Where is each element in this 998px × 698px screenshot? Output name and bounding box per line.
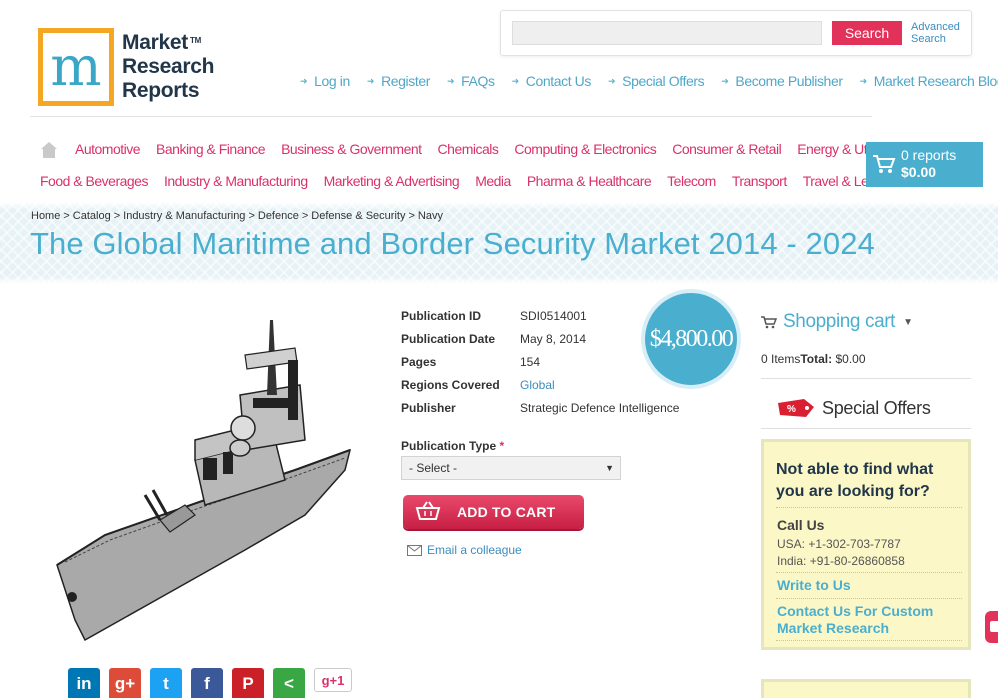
arrow-icon: ➜ [859, 75, 868, 86]
page: m Market Research Reports TM Search Adva… [0, 0, 998, 698]
breadcrumb-defence[interactable]: Defence [258, 210, 299, 222]
feedback-tab[interactable] [985, 611, 998, 643]
category-transport[interactable]: Transport [732, 173, 787, 189]
blog-link[interactable]: ➜ Market Research Blog [860, 73, 998, 89]
phone-usa: USA: +1-302-703-7787 [777, 537, 901, 551]
chevron-down-icon: ▼ [903, 316, 913, 328]
price-badge: $4,800.00 [641, 289, 741, 389]
write-to-us-link[interactable]: Write to Us [777, 577, 963, 594]
home-icon[interactable] [40, 141, 58, 159]
category-nav-row-2: Food & Beverages Industry & Manufacturin… [40, 173, 912, 189]
category-consumer-retail[interactable]: Consumer & Retail [672, 141, 782, 159]
breadcrumb-industry[interactable]: Industry & Manufacturing [123, 210, 245, 222]
become-publisher-link[interactable]: ➜ Become Publisher [721, 73, 843, 89]
twitter-icon[interactable]: t [150, 668, 182, 698]
add-to-cart-button[interactable]: ADD TO CART [403, 495, 584, 529]
category-marketing-advertising[interactable]: Marketing & Advertising [324, 173, 460, 189]
arrow-icon: ➜ [300, 75, 308, 86]
googleplusone-icon[interactable]: g+1 [314, 668, 352, 692]
email-colleague-link[interactable]: Email a colleague [407, 543, 522, 557]
secondary-box [761, 679, 971, 698]
phone-india: India: +91-80-26860858 [777, 554, 905, 568]
svg-text:%: % [787, 404, 796, 415]
category-chemicals[interactable]: Chemicals [438, 141, 499, 159]
arrow-icon: ➜ [511, 75, 520, 86]
basket-icon [415, 501, 441, 520]
category-computing-electronics[interactable]: Computing & Electronics [514, 141, 656, 159]
arrow-icon: ➜ [607, 75, 616, 86]
publication-type-select[interactable]: - Select - ▼ [401, 456, 621, 480]
top-nav: ➜ Log in ➜ Register ➜ FAQs ➜ Contact Us ➜ Spe… [300, 73, 998, 89]
search-box: Search Advanced Search [500, 10, 972, 56]
arrow-icon: ➜ [721, 75, 729, 86]
share-icon[interactable]: < [273, 668, 305, 698]
login-link[interactable]: ➜ Log in [300, 73, 350, 89]
social-share-bar: in g+ t f P < g+1 [68, 668, 361, 698]
help-box: Not able to find what you are looking fo… [761, 439, 971, 650]
breadcrumb-navy[interactable]: Navy [418, 210, 443, 222]
advanced-search-link[interactable]: Advanced Search [911, 21, 967, 45]
search-input[interactable] [512, 21, 822, 45]
header-cart-button[interactable]: 0 reports $0.00 [866, 142, 983, 187]
envelope-icon [407, 544, 422, 556]
arrow-icon: ➜ [366, 75, 375, 86]
arrow-icon: ➜ [447, 75, 455, 86]
category-nav-row-1: Automotive Banking & Finance Business & … [40, 141, 911, 159]
linkedin-icon[interactable]: in [68, 668, 100, 698]
cart-amount: $0.00 [901, 164, 937, 180]
search-button[interactable]: Search [832, 21, 902, 45]
category-media[interactable]: Media [475, 173, 511, 189]
faqs-link[interactable]: ➜ FAQs [447, 73, 495, 89]
register-link[interactable]: ➜ Register [367, 73, 430, 89]
discount-tag-icon: % [778, 399, 814, 417]
region-link[interactable]: Global [520, 378, 555, 392]
cart-icon [761, 315, 777, 328]
category-industry-manufacturing[interactable]: Industry & Manufacturing [164, 173, 308, 189]
category-pharma-healthcare[interactable]: Pharma & Healthcare [527, 173, 652, 189]
contact-us-link[interactable]: ➜ Contact Us [511, 73, 592, 89]
logo-text: Market Research Reports TM [122, 31, 215, 102]
googleplus-icon[interactable]: g+ [109, 668, 141, 698]
logo-mark: m [38, 28, 114, 106]
breadcrumb: Home > Catalog > Industry & Manufacturing > De… [31, 210, 443, 222]
site-logo[interactable]: m Market Research Reports TM [38, 28, 214, 106]
shopping-cart-summary: 0 ItemsTotal: $0.00 [761, 352, 866, 366]
category-automotive[interactable]: Automotive [75, 141, 141, 159]
breadcrumb-defense-security[interactable]: Defense & Security [311, 210, 405, 222]
facebook-icon[interactable]: f [191, 668, 223, 698]
category-business-government[interactable]: Business & Government [281, 141, 422, 159]
call-us-heading: Call Us [777, 517, 825, 533]
page-title: The Global Maritime and Border Security … [30, 226, 875, 261]
category-telecom[interactable]: Telecom [667, 173, 716, 189]
help-question: Not able to find what you are looking fo… [776, 461, 934, 500]
cart-report-count: 0 reports [901, 147, 957, 163]
product-image [56, 320, 352, 642]
category-banking-finance[interactable]: Banking & Finance [156, 141, 266, 159]
dropdown-caret-icon: ▼ [605, 463, 614, 473]
header-divider [30, 116, 872, 117]
shopping-cart-header[interactable]: Shopping cart ▼ [761, 311, 913, 333]
custom-research-link[interactable]: Contact Us For Custom Market Research [777, 603, 963, 637]
special-offers-link[interactable]: ➜ Special Offers [607, 73, 705, 89]
pinterest-icon[interactable]: P [232, 668, 264, 698]
cart-icon [873, 155, 896, 173]
publication-type-label: Publication Type * [401, 439, 505, 453]
breadcrumb-home[interactable]: Home [31, 210, 60, 222]
breadcrumb-catalog[interactable]: Catalog [73, 210, 111, 222]
category-food-beverages[interactable]: Food & Beverages [40, 173, 148, 189]
special-offers-heading[interactable]: % Special Offers [776, 397, 931, 419]
